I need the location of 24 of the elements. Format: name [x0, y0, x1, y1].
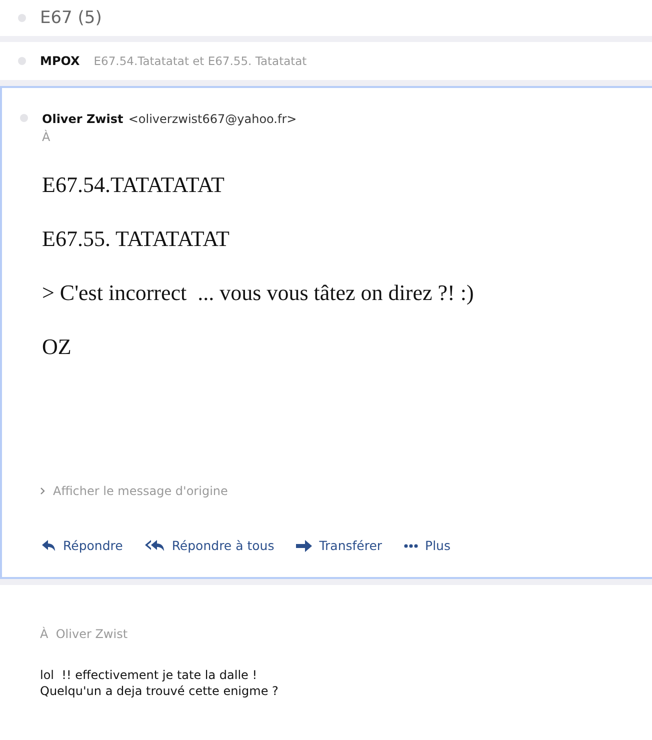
- more-button[interactable]: Plus: [404, 538, 450, 553]
- message-preview: E67.54.Tatatatat et E67.55. Tatatatat: [94, 54, 307, 68]
- recipient-line: À Oliver Zwist: [40, 627, 129, 641]
- reply-all-button[interactable]: Répondre à tous: [144, 538, 274, 553]
- sender-name[interactable]: MPOX: [40, 54, 80, 68]
- status-dot: [18, 14, 26, 22]
- sender-name: Oliver Zwist: [42, 112, 124, 126]
- reply-text[interactable]: lol !! effectivement je tate la dalle ! Quelqu'un a deja trouvé cette enigme ?: [40, 667, 652, 699]
- right-arrow-icon: [296, 540, 312, 552]
- body-line: > C'est incorrect ... vous vous tâtez on direz ?! :): [42, 279, 475, 307]
- body-line: OZ: [42, 333, 72, 361]
- dots-icon: [404, 544, 418, 548]
- sender-email: <oliverzwist667@yahoo.fr>: [128, 112, 297, 126]
- body-line: E67.54.TATATATAT: [42, 171, 226, 199]
- reply-arrow-icon: [42, 540, 56, 552]
- status-dot: [20, 114, 28, 122]
- status-dot: [18, 57, 26, 65]
- to-label: À: [42, 130, 50, 144]
- reply-button[interactable]: Répondre: [42, 538, 123, 553]
- chevron-icon: [40, 487, 45, 495]
- forward-button[interactable]: Transférer: [296, 538, 382, 553]
- thread-title: E67 (5): [40, 8, 102, 28]
- body-line: E67.55. TATATATAT: [42, 225, 230, 253]
- reply-all-arrow-icon: [144, 540, 165, 552]
